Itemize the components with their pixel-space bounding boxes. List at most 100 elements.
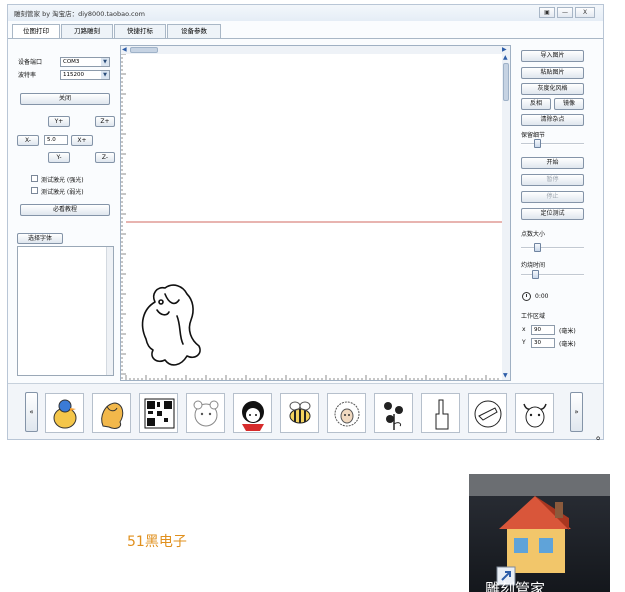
grayscale-button[interactable]: 灰度化风格 — [521, 83, 584, 95]
app-window: 雕刻管家 by 淘宝店：diy8000.taobao.com ▣ — X 位图打… — [7, 4, 604, 440]
burn-time-label: 灼烧时间 — [521, 262, 546, 269]
vertical-scrollbar[interactable]: ▲ ▼ — [502, 54, 510, 380]
clock-icon — [522, 292, 531, 301]
horse-drawing — [141, 284, 201, 366]
y-minus-button[interactable]: Y- — [48, 152, 70, 163]
footer-text: 51黑电子 — [127, 534, 187, 550]
y-plus-button[interactable]: Y+ — [48, 116, 70, 127]
z-plus-button[interactable]: Z+ — [95, 116, 115, 127]
gallery-thumb-flowers[interactable] — [374, 393, 413, 433]
text-scrollbar[interactable] — [106, 247, 113, 375]
start-button[interactable]: 开始 — [521, 157, 584, 169]
scroll-up-icon[interactable]: ▲ — [503, 54, 509, 61]
chevron-down-icon: ▼ — [101, 71, 109, 79]
paste-image-button[interactable]: 粘贴图片 — [521, 67, 584, 79]
scroll-down-icon[interactable]: ▼ — [503, 372, 509, 379]
work-area-y-input[interactable]: 30 — [531, 338, 555, 348]
duck-icon — [53, 399, 77, 429]
work-area-y-unit: (毫米) — [559, 341, 576, 348]
horse-icon — [101, 402, 124, 429]
qr-code-icon — [144, 398, 175, 429]
weak-laser-checkbox[interactable] — [31, 187, 38, 194]
tab-bitmap-print[interactable]: 位图打印 — [12, 24, 60, 39]
text-input-area[interactable] — [17, 246, 114, 376]
gallery-thumb-bull[interactable] — [515, 393, 554, 433]
tutorial-button[interactable]: 必看教程 — [20, 204, 110, 216]
burn-time-slider-thumb[interactable] — [532, 270, 539, 279]
mirror-button[interactable]: 镜像 — [554, 98, 584, 110]
desktop-shortcut-label: 雕刻管家 — [485, 580, 546, 592]
window-title: 雕刻管家 by 淘宝店：diy8000.taobao.com — [14, 10, 145, 18]
weak-laser-label: 测试激光 (弱光) — [41, 189, 84, 196]
port-value: COM3 — [63, 59, 80, 65]
baud-value: 115200 — [63, 72, 84, 78]
baud-select[interactable]: 115200 ▼ — [60, 70, 110, 80]
port-label: 设备端口 — [18, 59, 43, 66]
gallery-thumb-bear[interactable] — [186, 393, 225, 433]
bear-icon — [193, 400, 219, 427]
port-select[interactable]: COM3 ▼ — [60, 57, 110, 67]
step-input[interactable]: 5.0 — [44, 135, 68, 145]
dot-size-label: 点数大小 — [521, 231, 546, 238]
pointing-hand-icon — [474, 400, 502, 428]
baud-label: 波特率 — [18, 72, 37, 79]
house-icon — [469, 474, 610, 586]
close-icon[interactable]: X — [575, 7, 595, 18]
girl-icon — [242, 401, 264, 431]
minimize-icon[interactable]: — — [557, 7, 573, 18]
strong-laser-checkbox[interactable] — [31, 175, 38, 182]
tab-device-params[interactable]: 设备参数 — [167, 24, 221, 38]
work-area-x-input[interactable]: 90 — [531, 325, 555, 335]
gallery-thumb-middle-finger[interactable] — [421, 393, 460, 433]
select-font-button[interactable]: 选择字体 — [17, 233, 63, 244]
scroll-left-icon[interactable]: ◀ — [122, 46, 129, 53]
canvas-frame: ◀ ▶ ▲ ▼ — [120, 45, 511, 381]
trailing-mark: 。 — [596, 429, 607, 442]
gallery-thumb-qr-code[interactable] — [139, 393, 178, 433]
gallery-thumb-duck[interactable] — [45, 393, 84, 433]
locate-test-button[interactable]: 定位测试 — [521, 208, 584, 220]
tab-divider — [8, 38, 603, 39]
chevron-down-icon: ▼ — [101, 58, 109, 66]
gallery-thumb-girl[interactable] — [233, 393, 272, 433]
dot-size-slider[interactable] — [521, 247, 584, 249]
pause-button[interactable]: 暂停 — [521, 174, 584, 186]
gallery-prev-button[interactable]: « — [25, 392, 38, 432]
tab-path-engrave[interactable]: 刀路雕刻 — [61, 24, 113, 38]
x-plus-button[interactable]: X+ — [71, 135, 93, 146]
title-bar: 雕刻管家 by 淘宝店：diy8000.taobao.com ▣ — X — [8, 5, 603, 21]
x-minus-button[interactable]: X- — [17, 135, 39, 146]
import-image-button[interactable]: 导入图片 — [521, 50, 584, 62]
work-area-x-label: x — [522, 326, 526, 333]
bee-icon — [289, 401, 311, 424]
keep-detail-slider-thumb[interactable] — [534, 139, 541, 148]
z-minus-button[interactable]: Z- — [95, 152, 115, 163]
keep-detail-label: 保留细节 — [521, 132, 546, 139]
close-port-button[interactable]: 关闭 — [20, 93, 110, 105]
clear-noise-button[interactable]: 清除杂点 — [521, 114, 584, 126]
work-area-y-label: Y — [522, 339, 526, 346]
gallery-thumb-bee[interactable] — [280, 393, 319, 433]
dot-size-slider-thumb[interactable] — [534, 243, 541, 252]
burn-time-slider[interactable] — [521, 274, 584, 276]
gallery-thumb-pointing-hand[interactable] — [468, 393, 507, 433]
gallery-thumb-sheep[interactable] — [327, 393, 366, 433]
keep-detail-slider[interactable] — [521, 143, 584, 145]
sheep-icon — [334, 401, 360, 427]
gallery-next-button[interactable]: » — [570, 392, 583, 432]
scroll-right-icon[interactable]: ▶ — [502, 46, 509, 53]
strong-laser-label: 测试激光 (强光) — [41, 177, 84, 184]
vertical-scroll-thumb[interactable] — [503, 63, 509, 101]
engraving-canvas[interactable] — [121, 54, 502, 380]
timer-text: 0:00 — [535, 293, 549, 300]
flowers-icon — [384, 402, 403, 430]
tab-quick-mark[interactable]: 快捷打标 — [114, 24, 166, 38]
horizontal-scrollbar[interactable]: ◀ ▶ — [121, 46, 510, 54]
restore-icon[interactable]: ▣ — [539, 7, 555, 18]
invert-button[interactable]: 反相 — [521, 98, 551, 110]
stop-button[interactable]: 停止 — [521, 191, 584, 203]
desktop-shortcut[interactable]: 雕刻管家 — [469, 474, 610, 592]
horizontal-scroll-thumb[interactable] — [130, 47, 158, 53]
gallery-thumb-horse[interactable] — [92, 393, 131, 433]
work-area-x-unit: (毫米) — [559, 328, 576, 335]
